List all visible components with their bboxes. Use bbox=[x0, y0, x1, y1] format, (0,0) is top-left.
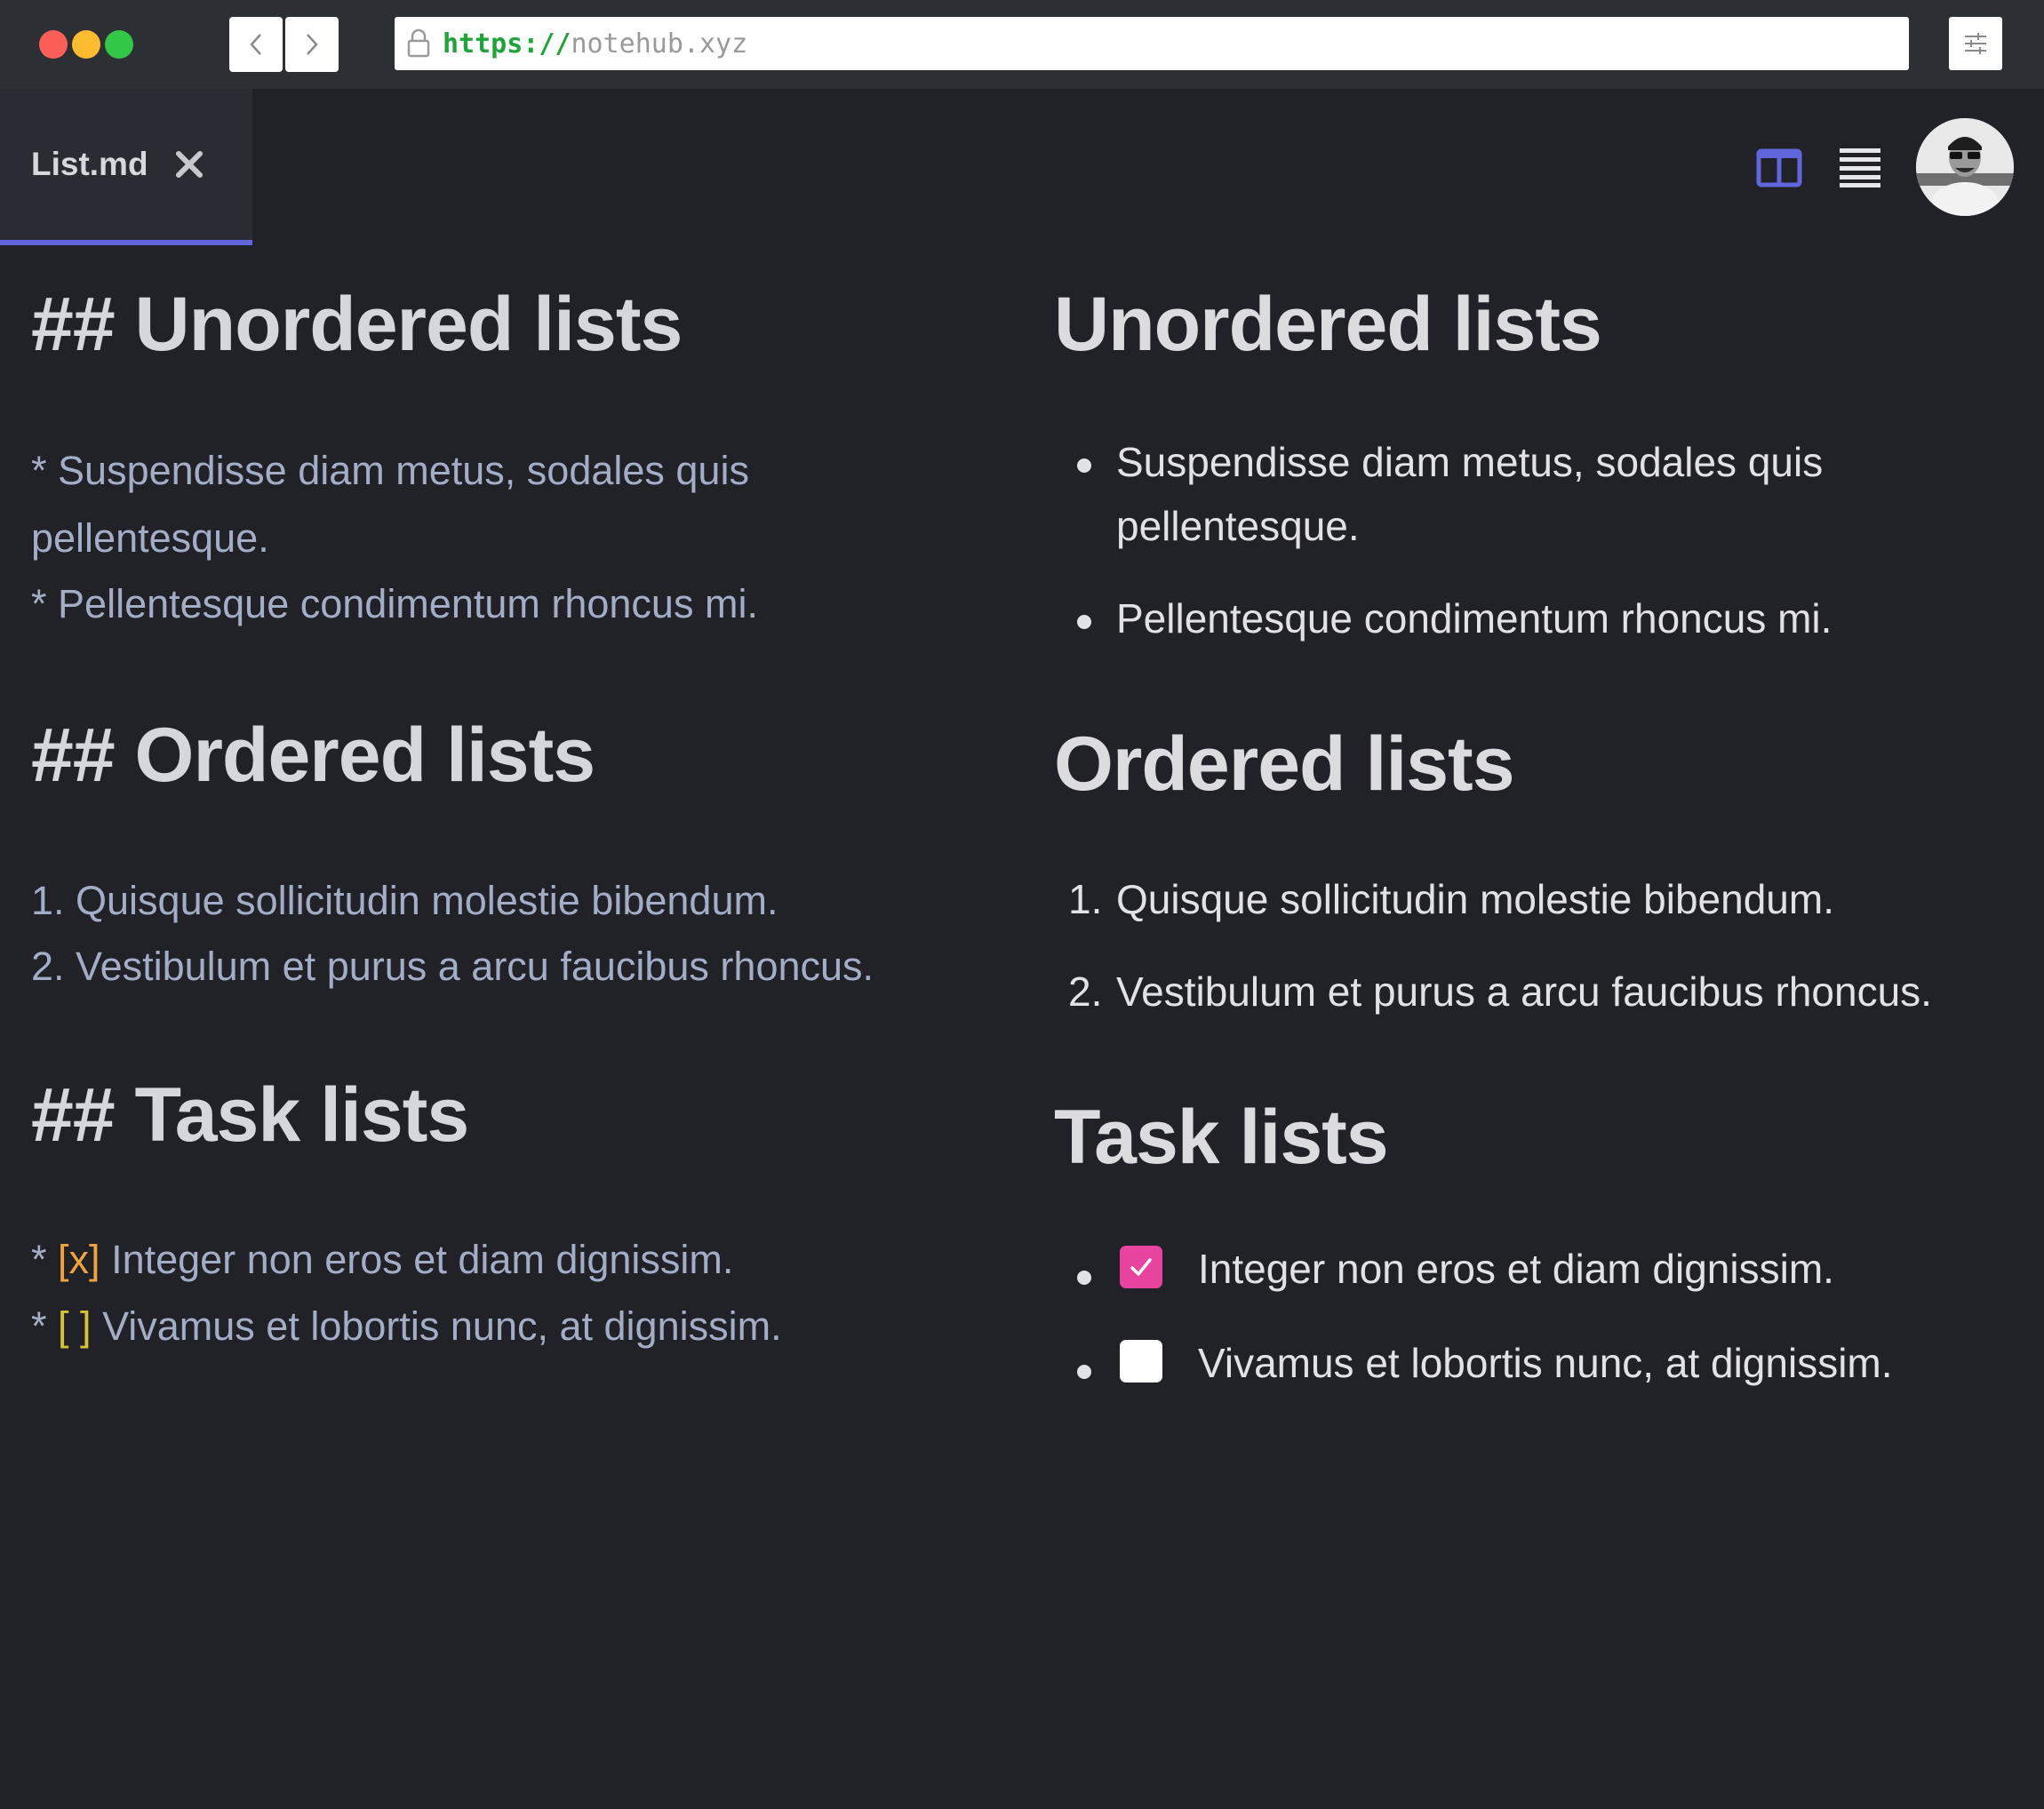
avatar-image bbox=[1916, 118, 2014, 216]
task-item: Vivamus et lobortis nunc, at dignissim. bbox=[1198, 1340, 1893, 1386]
list-item-continuation: pellentesque. bbox=[1116, 503, 1360, 549]
task-checkbox-unchecked[interactable] bbox=[1120, 1340, 1162, 1383]
task-item: Integer non eros et diam dignissim. bbox=[1198, 1246, 1834, 1292]
editor-line: * Pellentesque condimentum rhoncus mi. bbox=[31, 581, 758, 626]
chevron-right-icon bbox=[307, 34, 318, 55]
bullet-dot bbox=[1077, 458, 1091, 473]
browser-toolbar: https://notehub.xyz bbox=[0, 0, 2044, 89]
editor-heading-ordered: ## Ordered lists bbox=[31, 713, 595, 798]
editor-heading-tasks: ## Task lists bbox=[31, 1072, 469, 1158]
task-checkbox-checked[interactable] bbox=[1120, 1246, 1162, 1288]
maximize-window-button[interactable] bbox=[105, 30, 133, 59]
url-host: notehub.xyz bbox=[571, 28, 748, 60]
editor-line: * Suspendisse diam metus, sodales quis bbox=[31, 448, 749, 493]
list-number: 2. bbox=[1068, 968, 1103, 1015]
editor-line: * [x] Integer non eros et diam dignissim… bbox=[31, 1237, 734, 1282]
split-view-icon[interactable] bbox=[1756, 148, 1802, 187]
list-view-icon[interactable] bbox=[1840, 147, 1880, 187]
editor-line: 1. Quisque sollicitudin molestie bibendu… bbox=[31, 878, 778, 923]
sliders-icon bbox=[1965, 33, 1986, 54]
address-bar[interactable]: https://notehub.xyz bbox=[395, 17, 1909, 70]
preview-heading-unordered: Unordered lists bbox=[1054, 282, 1602, 367]
editor-heading-unordered: ## Unordered lists bbox=[31, 282, 683, 367]
editor-line: 2. Vestibulum et purus a arcu faucibus r… bbox=[31, 944, 874, 989]
close-icon[interactable] bbox=[173, 148, 205, 180]
checkmark-icon bbox=[1130, 1258, 1152, 1276]
editor-line: * [ ] Vivamus et lobortis nunc, at digni… bbox=[31, 1303, 782, 1349]
forward-button[interactable] bbox=[285, 17, 339, 72]
close-window-button[interactable] bbox=[39, 30, 68, 59]
preview-heading-tasks: Task lists bbox=[1054, 1095, 1389, 1180]
editor-line: pellentesque. bbox=[31, 515, 269, 561]
user-avatar[interactable] bbox=[1916, 118, 2014, 216]
bullet-dot bbox=[1077, 615, 1091, 629]
bullet-dot bbox=[1077, 1365, 1091, 1379]
url-text: https://notehub.xyz bbox=[443, 28, 747, 60]
back-button[interactable] bbox=[229, 17, 283, 72]
minimize-window-button[interactable] bbox=[72, 30, 100, 59]
list-item: Pellentesque condimentum rhoncus mi. bbox=[1116, 595, 1832, 642]
list-number: 1. bbox=[1068, 876, 1103, 922]
list-item: Quisque sollicitudin molestie bibendum. bbox=[1116, 876, 1834, 922]
list-item: Suspendisse diam metus, sodales quis bbox=[1116, 439, 1824, 485]
browser-settings-button[interactable] bbox=[1949, 17, 2002, 70]
lock-icon bbox=[407, 28, 430, 58]
tab-list-md[interactable]: List.md bbox=[0, 89, 252, 245]
list-item: Vestibulum et purus a arcu faucibus rhon… bbox=[1116, 968, 1932, 1015]
tab-filename: List.md bbox=[31, 146, 148, 182]
url-scheme: https:// bbox=[443, 28, 571, 60]
preview-heading-ordered: Ordered lists bbox=[1054, 721, 1515, 807]
bullet-dot bbox=[1077, 1271, 1091, 1285]
chevron-left-icon bbox=[250, 34, 261, 55]
